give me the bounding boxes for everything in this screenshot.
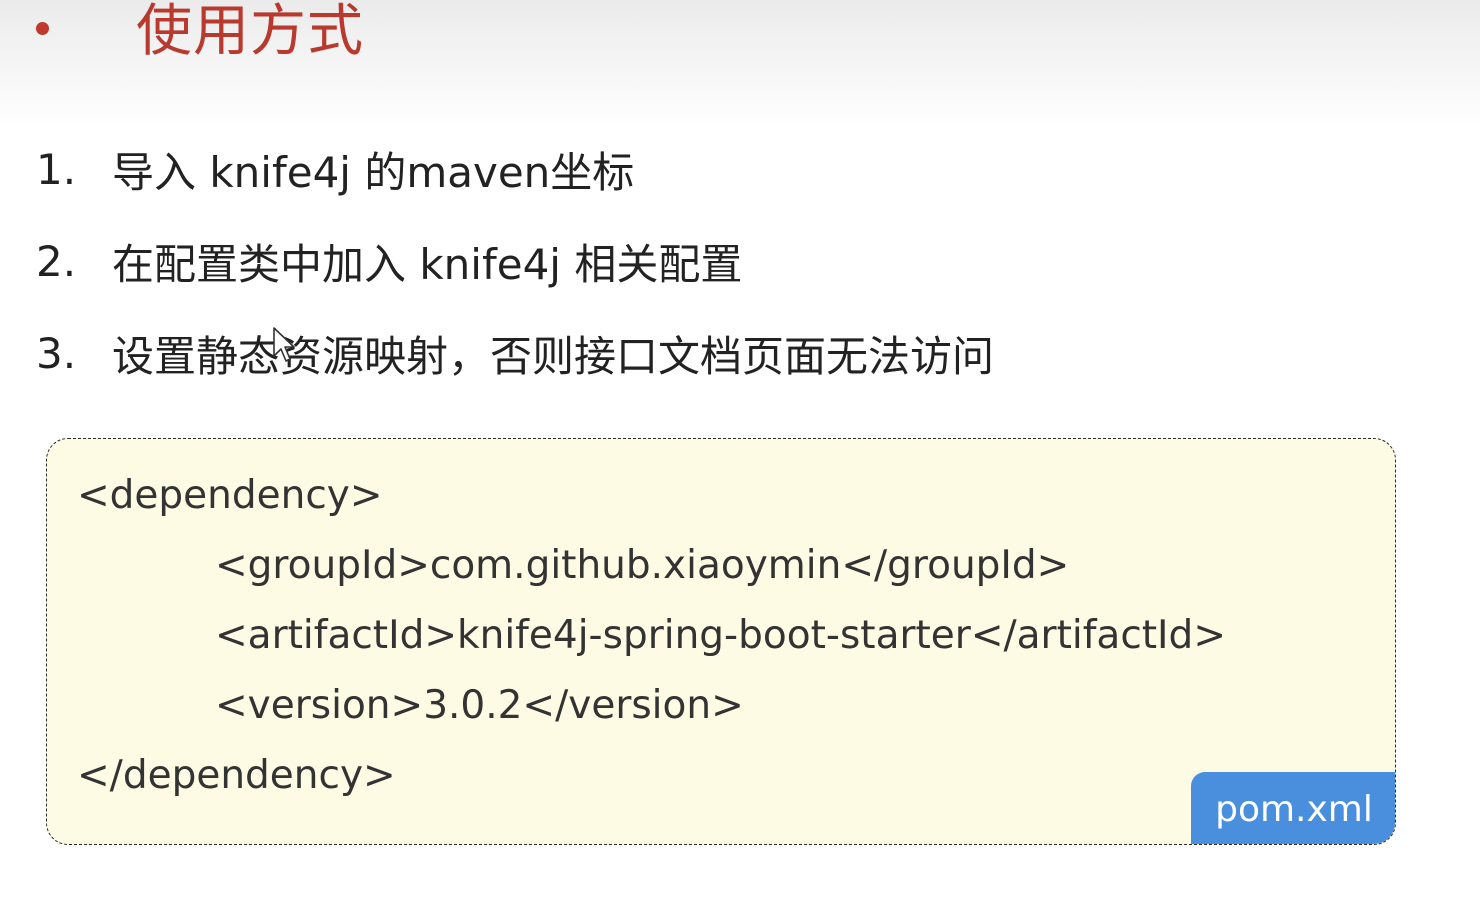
- steps-list: 1. 导入 knife4j 的maven坐标 2. 在配置类中加入 knife4…: [36, 138, 994, 414]
- code-line: <dependency>: [77, 473, 383, 518]
- code-line: <groupId>com.github.xiaoymin</groupId>: [215, 543, 1070, 588]
- bullet-dot-icon: [36, 22, 49, 35]
- list-item: 3. 设置静态资源映射，否则接口文档页面无法访问: [36, 322, 994, 384]
- step-number: 1.: [36, 144, 77, 194]
- list-item: 1. 导入 knife4j 的maven坐标: [36, 138, 994, 200]
- file-label-badge: pom.xml: [1191, 772, 1395, 844]
- mouse-pointer-icon: [273, 327, 295, 362]
- code-block: <dependency> <groupId>com.github.xiaoymi…: [46, 438, 1396, 845]
- list-item: 2. 在配置类中加入 knife4j 相关配置: [36, 230, 994, 292]
- step-text: 在配置类中加入 knife4j 相关配置: [112, 239, 743, 289]
- code-line: <artifactId>knife4j-spring-boot-starter<…: [215, 613, 1226, 658]
- step-text: 设置静态资源映射，否则接口文档页面无法访问: [112, 331, 995, 381]
- step-number: 2.: [36, 236, 77, 286]
- code-line: </dependency>: [77, 753, 396, 798]
- step-text: 导入 knife4j 的maven坐标: [112, 147, 635, 197]
- code-line: <version>3.0.2</version>: [215, 683, 744, 728]
- step-number: 3.: [36, 328, 77, 378]
- slide-title: 使用方式: [136, 0, 364, 64]
